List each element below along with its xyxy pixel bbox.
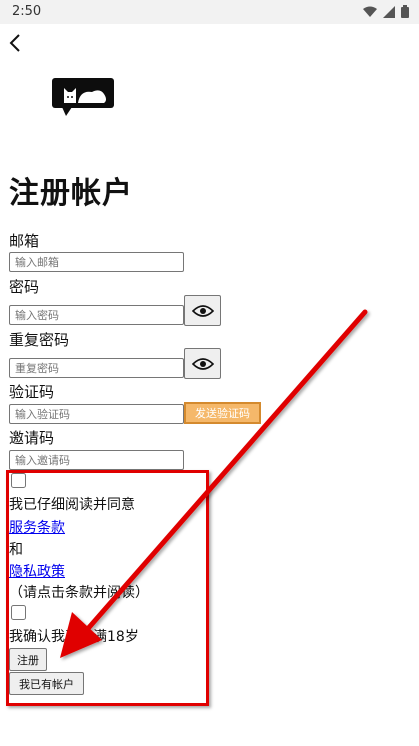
have-account-button[interactable]: 我已有帐户 bbox=[9, 672, 84, 695]
email-input[interactable] bbox=[9, 252, 184, 272]
agree-text: 我已仔细阅读并同意 bbox=[9, 497, 135, 513]
register-button[interactable]: 注册 bbox=[9, 648, 47, 671]
verification-code-input[interactable] bbox=[9, 404, 184, 424]
age-confirm-checkbox[interactable] bbox=[11, 605, 26, 620]
status-icons bbox=[363, 5, 409, 18]
send-code-button[interactable]: 发送验证码 bbox=[184, 402, 261, 424]
show-password-button[interactable] bbox=[184, 295, 221, 326]
cat-chat-logo-icon bbox=[52, 78, 114, 116]
privacy-policy-link[interactable]: 隐私政策 bbox=[9, 561, 65, 581]
agree-terms-checkbox[interactable] bbox=[11, 473, 26, 488]
eye-icon bbox=[191, 304, 214, 317]
battery-icon bbox=[401, 5, 409, 18]
confirm-password-input[interactable] bbox=[9, 358, 184, 378]
status-time: 2:50 bbox=[12, 4, 42, 19]
terms-of-service-link[interactable]: 服务条款 bbox=[9, 517, 65, 537]
and-text: 和 bbox=[9, 542, 23, 558]
page-title: 注册帐户 bbox=[9, 176, 133, 211]
chevron-left-icon bbox=[9, 34, 20, 52]
invite-code-label: 邀请码 bbox=[9, 429, 55, 447]
password-input[interactable] bbox=[9, 305, 184, 325]
app-logo bbox=[52, 78, 114, 122]
email-label: 邮箱 bbox=[9, 232, 40, 250]
confirm-password-label: 重复密码 bbox=[9, 331, 70, 349]
verification-code-label: 验证码 bbox=[9, 383, 55, 401]
age-confirm-text: 我确认我已年满18岁 bbox=[9, 629, 139, 645]
back-button[interactable] bbox=[4, 30, 26, 56]
read-hint-text: （请点击条款并阅读） bbox=[9, 585, 149, 601]
show-confirm-password-button[interactable] bbox=[184, 348, 221, 379]
password-label: 密码 bbox=[9, 278, 40, 296]
wifi-icon bbox=[363, 6, 377, 17]
eye-icon bbox=[191, 357, 214, 370]
invite-code-input[interactable] bbox=[9, 450, 184, 470]
signal-icon bbox=[383, 5, 395, 18]
status-bar: 2:50 bbox=[0, 0, 419, 24]
